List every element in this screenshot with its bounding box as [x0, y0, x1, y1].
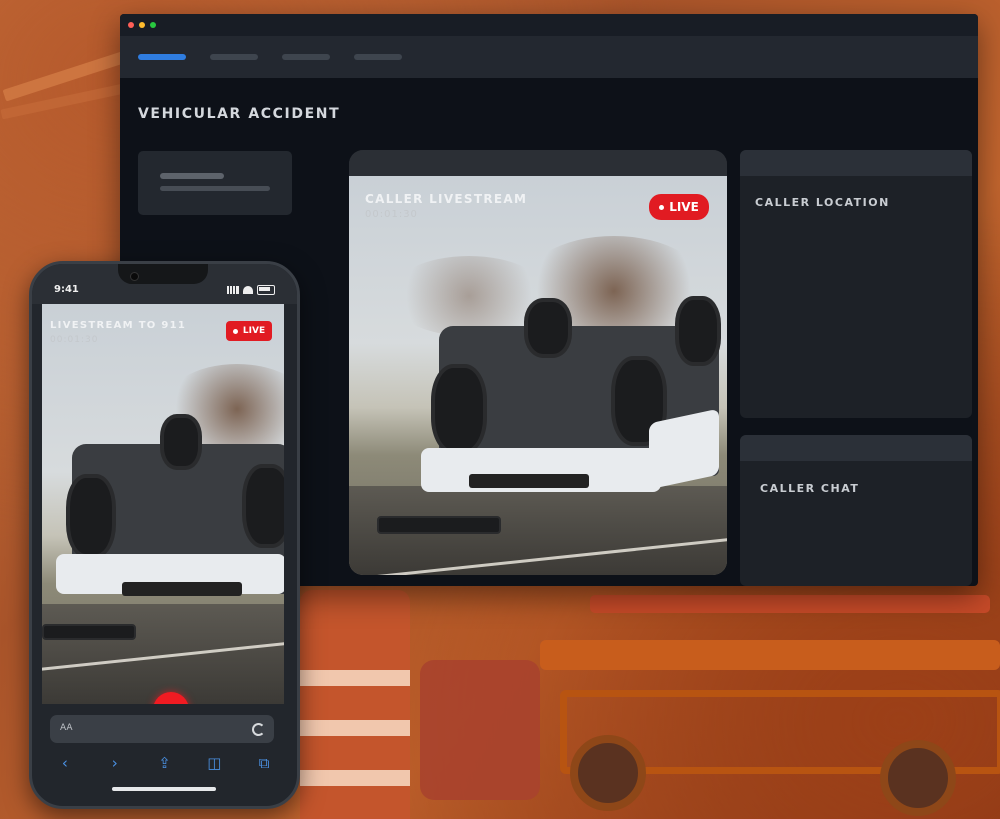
phone-stream-timer: 00:01:30: [50, 335, 99, 345]
video-panel-header: [349, 150, 727, 176]
battery-icon: [257, 285, 275, 295]
caller-location-label: CALLER LOCATION: [755, 196, 890, 209]
window-titlebar: [120, 14, 978, 36]
close-window-button[interactable]: [128, 22, 134, 28]
caller-livestream-panel[interactable]: CALLER LIVESTREAM 00:01:30 LIVE: [349, 150, 727, 575]
camera-icon: [130, 272, 139, 281]
background-stretcher: [540, 640, 1000, 670]
phone-stream-title: LIVESTREAM TO 911: [50, 320, 187, 331]
background-wheel: [880, 740, 956, 816]
reflective-stripe: [300, 670, 410, 686]
maximize-window-button[interactable]: [150, 22, 156, 28]
livestream-video: [349, 176, 727, 575]
share-icon[interactable]: ⇪: [157, 756, 171, 771]
reflective-stripe: [300, 770, 410, 786]
card-header: [740, 435, 972, 461]
top-navigation: [120, 36, 978, 78]
reflective-stripe: [300, 720, 410, 736]
forward-icon[interactable]: ›: [108, 756, 122, 771]
nav-tab-active[interactable]: [138, 54, 186, 60]
background-stretcher: [590, 595, 990, 613]
placeholder-line: [160, 173, 224, 179]
caller-phone: 9:41 LIVESTREAM TO 911 00:01:30 LIVE AA …: [29, 261, 300, 809]
livestream-title: CALLER LIVESTREAM: [365, 192, 528, 206]
card-header: [740, 150, 972, 176]
nav-tab[interactable]: [354, 54, 402, 60]
incident-sidebar-card[interactable]: [138, 151, 292, 215]
nav-tab[interactable]: [282, 54, 330, 60]
browser-url-bar[interactable]: AA: [50, 715, 274, 743]
browser-toolbar: ‹ › ⇪ ◫ ⧉: [32, 750, 297, 776]
live-badge-label: LIVE: [669, 200, 699, 214]
phone-livestream-video[interactable]: LIVESTREAM TO 911 00:01:30 LIVE: [42, 304, 284, 704]
phone-live-label: LIVE: [242, 326, 266, 336]
back-icon[interactable]: ‹: [58, 756, 72, 771]
caller-chat-card[interactable]: CALLER CHAT: [740, 435, 972, 586]
status-bar: 9:41: [32, 264, 297, 304]
nav-tab[interactable]: [210, 54, 258, 60]
caller-location-card[interactable]: CALLER LOCATION: [740, 150, 972, 418]
placeholder-line: [160, 186, 270, 191]
reload-icon[interactable]: [252, 723, 265, 736]
minimize-window-button[interactable]: [139, 22, 145, 28]
text-size-button[interactable]: AA: [60, 723, 73, 733]
wifi-icon: [243, 286, 253, 294]
background-equipment: [420, 660, 540, 800]
cellular-signal-icon: [227, 286, 239, 294]
livestream-timer: 00:01:30: [365, 209, 418, 220]
phone-live-badge: LIVE: [226, 321, 272, 341]
incident-title: VEHICULAR ACCIDENT: [138, 106, 341, 122]
background-wheel: [570, 735, 646, 811]
live-badge: LIVE: [649, 194, 709, 220]
caller-chat-label: CALLER CHAT: [760, 482, 860, 495]
tabs-icon[interactable]: ⧉: [257, 756, 271, 771]
live-dot-icon: [659, 204, 665, 210]
home-indicator[interactable]: [112, 787, 216, 791]
bookmarks-icon[interactable]: ◫: [207, 756, 221, 771]
status-clock: 9:41: [54, 284, 79, 295]
live-dot-icon: [232, 328, 238, 334]
